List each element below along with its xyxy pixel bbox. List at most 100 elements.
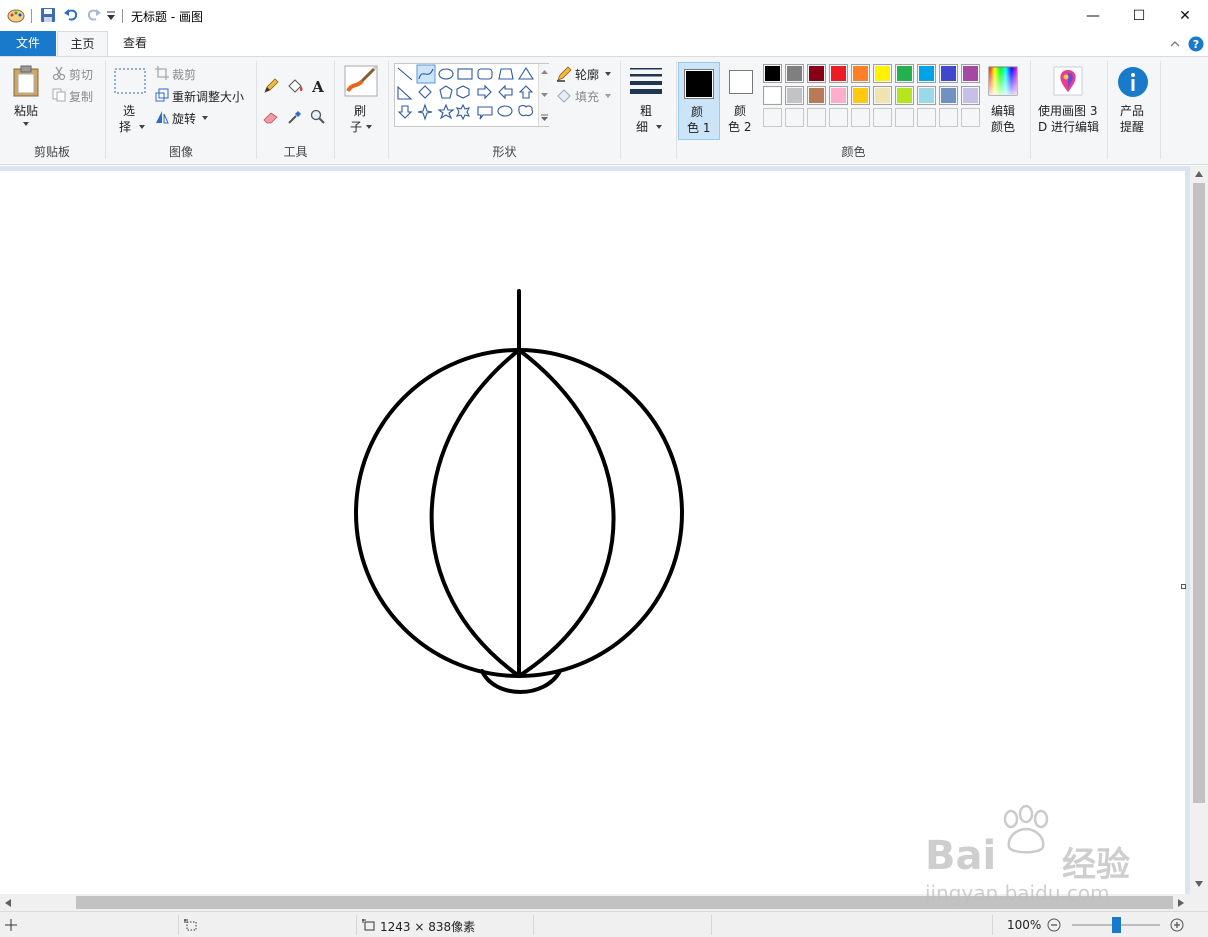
copy-button[interactable]: 复制	[52, 87, 100, 105]
customize-quick-access-icon[interactable]	[106, 10, 116, 22]
tab-home[interactable]: 主页	[57, 31, 108, 57]
zoom-out-icon[interactable]	[1047, 918, 1061, 932]
text-icon[interactable]: A	[310, 78, 326, 94]
palette-swatch[interactable]	[917, 86, 936, 105]
palette-swatch[interactable]	[807, 108, 826, 127]
shapes-scrollbar[interactable]	[538, 64, 549, 126]
palette-swatch[interactable]	[851, 108, 870, 127]
palette-swatch[interactable]	[763, 86, 782, 105]
palette-swatch[interactable]	[829, 108, 848, 127]
tab-file[interactable]: 文件	[0, 31, 56, 57]
maximize-button[interactable]: ☐	[1116, 0, 1162, 31]
palette-swatch[interactable]	[851, 64, 870, 83]
color2-button[interactable]: 颜 色 2	[722, 62, 760, 140]
palette-swatch[interactable]	[829, 64, 848, 83]
palette-swatch[interactable]	[961, 86, 980, 105]
scroll-up-icon[interactable]	[1195, 171, 1203, 177]
palette-swatch[interactable]	[873, 86, 892, 105]
minimize-button[interactable]: —	[1070, 0, 1116, 31]
paste-icon	[13, 65, 39, 97]
palette-swatch-fill	[853, 110, 868, 125]
paint-app-icon[interactable]	[7, 7, 25, 23]
palette-swatch[interactable]	[895, 64, 914, 83]
scissors-icon	[52, 66, 66, 80]
magnifier-icon[interactable]	[310, 109, 326, 125]
eraser-icon[interactable]	[263, 109, 279, 125]
paste-button[interactable]: 粘贴	[6, 62, 46, 138]
edit-with-paint3d-button[interactable]: 使用画图 3 D 进行编辑	[1033, 62, 1105, 140]
palette-swatch[interactable]	[763, 64, 782, 83]
palette-swatch[interactable]	[961, 108, 980, 127]
select-button[interactable]: 选 择	[112, 62, 148, 138]
scroll-left-icon[interactable]	[5, 899, 11, 907]
palette-swatch[interactable]	[785, 108, 804, 127]
size-button[interactable]: 粗 细	[626, 62, 670, 138]
palette-swatch-fill	[809, 110, 824, 125]
crop-icon	[155, 66, 169, 80]
undo-icon[interactable]	[63, 7, 79, 23]
outline-button[interactable]: 轮廓	[556, 65, 616, 83]
vertical-scrollbar[interactable]	[1190, 166, 1208, 894]
palette-swatch[interactable]	[939, 64, 958, 83]
zoom-slider-thumb[interactable]	[1111, 917, 1121, 933]
zoom-in-icon[interactable]	[1170, 918, 1184, 932]
ribbon: 粘贴 剪切 复制 剪贴板 选 择 裁剪 重新调整大小 旋转 图像 A 工具 刷 …	[0, 56, 1208, 165]
shapes-gallery-icons[interactable]	[395, 64, 538, 126]
palette-swatch-fill	[765, 66, 780, 81]
fill-button[interactable]: 填充	[556, 87, 616, 105]
palette-swatch[interactable]	[785, 86, 804, 105]
workspace	[0, 166, 1190, 894]
palette-swatch[interactable]	[895, 108, 914, 127]
edit-colors-label-1: 编辑	[991, 104, 1016, 118]
rotate-icon	[156, 111, 169, 124]
line-size-icon	[630, 68, 662, 94]
palette-swatch[interactable]	[807, 86, 826, 105]
close-button[interactable]: ✕	[1162, 0, 1208, 31]
edit-colors-button[interactable]: 编辑 颜色	[983, 62, 1027, 140]
scroll-down-icon[interactable]	[1195, 881, 1203, 887]
palette-swatch[interactable]	[851, 86, 870, 105]
palette-swatch[interactable]	[873, 64, 892, 83]
outline-label: 轮廓	[575, 68, 600, 82]
rotate-button[interactable]: 旋转	[155, 109, 215, 127]
palette-swatch[interactable]	[873, 108, 892, 127]
copy-label: 复制	[69, 90, 94, 104]
palette-swatch[interactable]	[763, 108, 782, 127]
redo-icon[interactable]	[86, 7, 102, 23]
brushes-button[interactable]: 刷 子	[342, 62, 382, 138]
save-icon[interactable]	[40, 7, 56, 23]
palette-swatch[interactable]	[785, 64, 804, 83]
palette-swatch[interactable]	[917, 108, 936, 127]
product-alert-button[interactable]: 产品 提醒	[1112, 62, 1156, 140]
canvas-resize-handle[interactable]	[1181, 584, 1186, 589]
color-palette	[763, 64, 983, 130]
palette-swatch[interactable]	[939, 108, 958, 127]
scroll-right-icon[interactable]	[1178, 899, 1184, 907]
color1-label-1: 颜	[691, 105, 704, 119]
chevron-down-icon	[202, 116, 208, 120]
palette-swatch[interactable]	[917, 64, 936, 83]
palette-swatch-fill	[787, 110, 802, 125]
svg-text:?: ?	[1193, 38, 1199, 51]
palette-swatch[interactable]	[807, 64, 826, 83]
crop-button[interactable]: 裁剪	[155, 65, 215, 83]
pencil-icon[interactable]	[263, 78, 279, 94]
zoom-slider[interactable]	[1072, 917, 1160, 933]
palette-swatch-fill	[963, 88, 978, 103]
help-icon[interactable]: ?	[1188, 36, 1204, 52]
collapse-ribbon-icon[interactable]	[1169, 39, 1181, 49]
color-picker-icon[interactable]	[287, 109, 303, 125]
more-shapes-icon	[541, 114, 548, 121]
resize-button[interactable]: 重新调整大小	[155, 87, 255, 105]
paint3d-label-1: 使用画图 3	[1038, 104, 1098, 118]
palette-swatch[interactable]	[895, 86, 914, 105]
palette-swatch[interactable]	[939, 86, 958, 105]
fill-bucket-icon[interactable]	[286, 78, 304, 94]
drawing-canvas[interactable]	[0, 171, 1186, 894]
palette-swatch[interactable]	[961, 64, 980, 83]
cut-button[interactable]: 剪切	[52, 65, 100, 83]
color1-button[interactable]: 颜 色 1	[678, 62, 720, 140]
vertical-scroll-thumb[interactable]	[1193, 183, 1205, 803]
palette-swatch[interactable]	[829, 86, 848, 105]
tab-view[interactable]: 查看	[110, 31, 160, 57]
